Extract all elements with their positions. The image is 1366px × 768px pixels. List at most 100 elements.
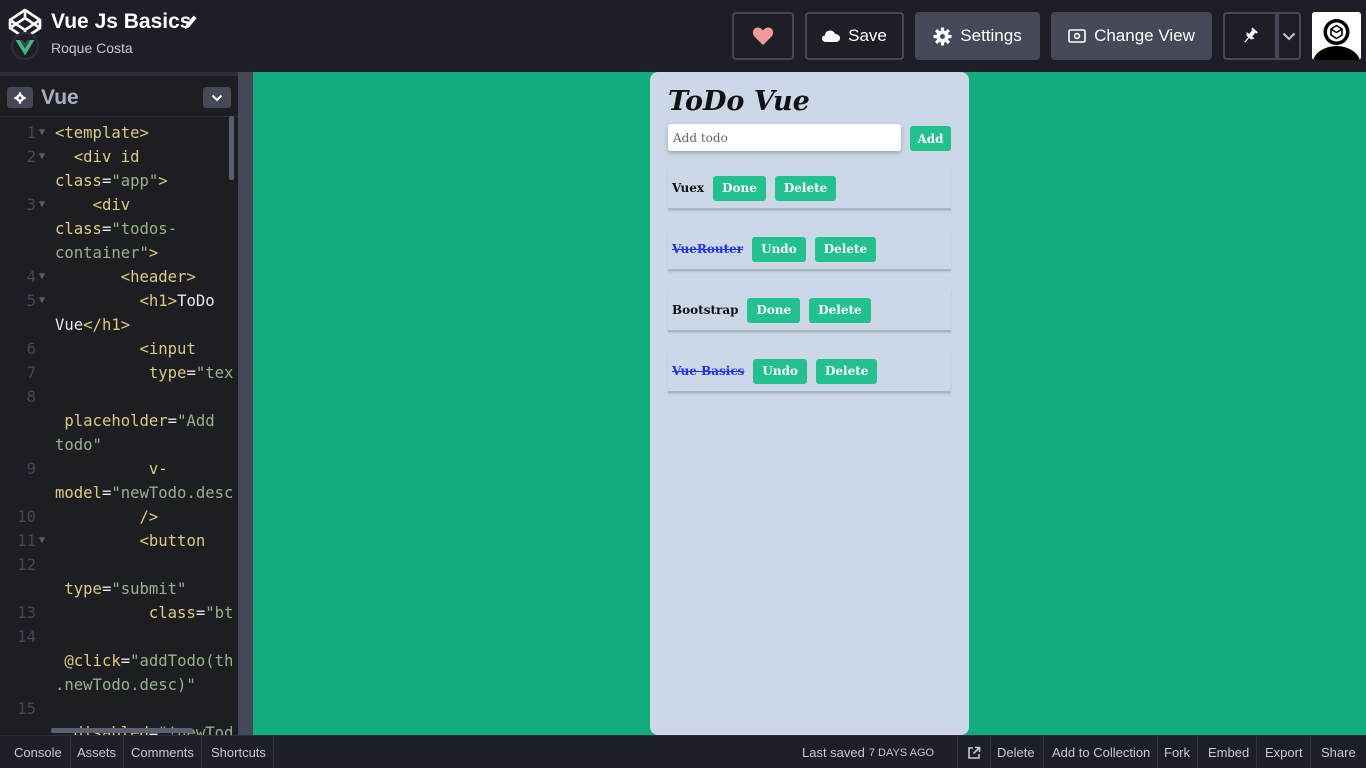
code-token: = xyxy=(120,652,131,670)
editor-header: Vue xyxy=(0,80,238,117)
code-token: = xyxy=(167,412,178,430)
assets-button[interactable]: Assets xyxy=(67,736,125,768)
share-button[interactable]: Share xyxy=(1313,736,1364,768)
editor-panel[interactable]: Vue 1 ▼ <template> 2 ▼ <div id class="app"> 3 ▼… xyxy=(0,72,238,735)
fold-arrow-icon[interactable]: ▼ xyxy=(39,529,45,553)
add-todo-input[interactable] xyxy=(668,124,901,151)
fold-arrow-icon[interactable]: ▼ xyxy=(39,289,45,313)
code-text: /> xyxy=(55,505,159,529)
code-line[interactable]: 2 ▼ <div id xyxy=(0,145,230,169)
code-line[interactable]: 5 ▼ <h1>ToDo xyxy=(0,289,230,313)
heart-icon xyxy=(752,27,774,46)
pin-dropdown-button[interactable] xyxy=(1277,12,1301,60)
code-token: placeholder xyxy=(64,412,168,430)
code-line[interactable]: 3 ▼ <div xyxy=(0,193,230,217)
code-text: type="tex xyxy=(55,361,234,385)
author-name[interactable]: Roque Costa xyxy=(51,40,133,56)
like-button[interactable] xyxy=(732,12,794,60)
line-number: 1 xyxy=(26,124,36,142)
code-line[interactable]: 10 /> xyxy=(0,505,230,529)
code-line[interactable]: class="todos- xyxy=(0,217,230,241)
line-number: 11 xyxy=(17,532,36,550)
delete-pen-button[interactable]: Delete xyxy=(989,736,1044,768)
undo-button[interactable]: Undo xyxy=(752,236,806,262)
settings-button[interactable]: Settings xyxy=(915,12,1040,60)
code-text: class="app"> xyxy=(55,169,168,193)
code-token: "todos- xyxy=(111,220,178,238)
fork-button[interactable]: Fork xyxy=(1157,736,1198,768)
delete-todo-button[interactable]: Delete xyxy=(815,358,878,384)
code-token: v- xyxy=(148,460,168,478)
add-todo-button[interactable]: Add xyxy=(910,126,951,151)
code-line[interactable]: 15 xyxy=(0,697,230,721)
user-avatar[interactable] xyxy=(1312,12,1361,60)
line-number: 10 xyxy=(17,508,36,526)
code-line[interactable]: @click="addTodo(th xyxy=(0,649,233,673)
code-line[interactable]: 12 xyxy=(0,553,230,577)
code-line[interactable]: 11 ▼ <button xyxy=(0,529,230,553)
code-line[interactable]: 9 v- xyxy=(0,457,230,481)
code-line[interactable]: 6 <input xyxy=(0,337,230,361)
code-line[interactable]: 1 ▼ <template> xyxy=(0,121,230,145)
cloud-icon xyxy=(822,30,841,42)
export-button[interactable]: Export xyxy=(1258,736,1311,768)
fold-arrow-icon[interactable]: ▼ xyxy=(39,193,45,217)
undo-button[interactable]: Undo xyxy=(753,358,807,384)
editor-dropdown-button[interactable] xyxy=(203,87,231,108)
code-token: .newTodo.desc)" xyxy=(55,676,196,694)
line-number: 13 xyxy=(17,604,36,622)
code-line[interactable]: placeholder="Add xyxy=(0,409,230,433)
delete-todo-button[interactable]: Delete xyxy=(814,236,877,262)
comments-button[interactable]: Comments xyxy=(121,736,202,768)
code-line[interactable]: 7 type="tex xyxy=(0,361,234,385)
console-button[interactable]: Console xyxy=(0,736,71,768)
code-line[interactable]: 4 ▼ <header> xyxy=(0,265,230,289)
line-number: 8 xyxy=(26,388,36,406)
code-line[interactable]: 8 xyxy=(0,385,230,409)
embed-button[interactable]: Embed xyxy=(1201,736,1258,768)
code-line[interactable]: Vue</h1> xyxy=(0,313,230,337)
code-line[interactable]: todo" xyxy=(0,433,230,457)
code-editor[interactable]: 1 ▼ <template> 2 ▼ <div id class="app"> 3 ▼ <di… xyxy=(0,121,234,735)
gear-icon xyxy=(14,91,26,104)
open-external-button[interactable] xyxy=(957,736,991,768)
change-view-button-label: Change View xyxy=(1094,26,1195,45)
done-button[interactable]: Done xyxy=(747,297,801,323)
done-button[interactable]: Done xyxy=(713,175,766,201)
todo-description: Vuex xyxy=(672,181,705,195)
code-line[interactable]: .newTodo.desc)" xyxy=(0,673,230,697)
fold-arrow-icon[interactable]: ▼ xyxy=(39,145,45,169)
vertical-scrollbar[interactable] xyxy=(229,116,234,180)
delete-todo-button[interactable]: Delete xyxy=(809,297,871,323)
horizontal-scrollbar[interactable] xyxy=(51,728,193,733)
code-line[interactable]: 14 xyxy=(0,625,230,649)
edit-pencil-icon[interactable] xyxy=(182,14,198,32)
code-text: todo" xyxy=(55,433,102,457)
code-line[interactable]: type="submit" xyxy=(0,577,230,601)
change-view-button[interactable]: Change View xyxy=(1051,12,1212,60)
shortcuts-button[interactable]: Shortcuts xyxy=(201,736,274,768)
add-to-collection-button[interactable]: Add to Collection xyxy=(1045,736,1159,768)
code-token: = xyxy=(101,172,112,190)
fold-arrow-icon[interactable]: ▼ xyxy=(39,121,45,145)
fold-arrow-icon[interactable]: ▼ xyxy=(39,265,45,289)
code-token: = xyxy=(101,580,112,598)
code-text: <h1>ToDo xyxy=(55,289,215,313)
editor-settings-button[interactable] xyxy=(7,87,33,108)
line-number: 9 xyxy=(26,460,36,478)
panel-resizer[interactable] xyxy=(238,72,253,735)
code-line[interactable]: class="app"> xyxy=(0,169,230,193)
code-line[interactable]: model="newTodo.desc xyxy=(0,481,233,505)
code-line[interactable]: 13 class="bt xyxy=(0,601,233,625)
pin-button[interactable] xyxy=(1223,12,1277,60)
code-line[interactable]: container"> xyxy=(0,241,230,265)
delete-todo-button[interactable]: Delete xyxy=(774,175,837,201)
save-button[interactable]: Save xyxy=(805,12,904,60)
pen-title[interactable]: Vue Js Basics xyxy=(51,10,191,34)
external-link-icon xyxy=(968,746,981,759)
